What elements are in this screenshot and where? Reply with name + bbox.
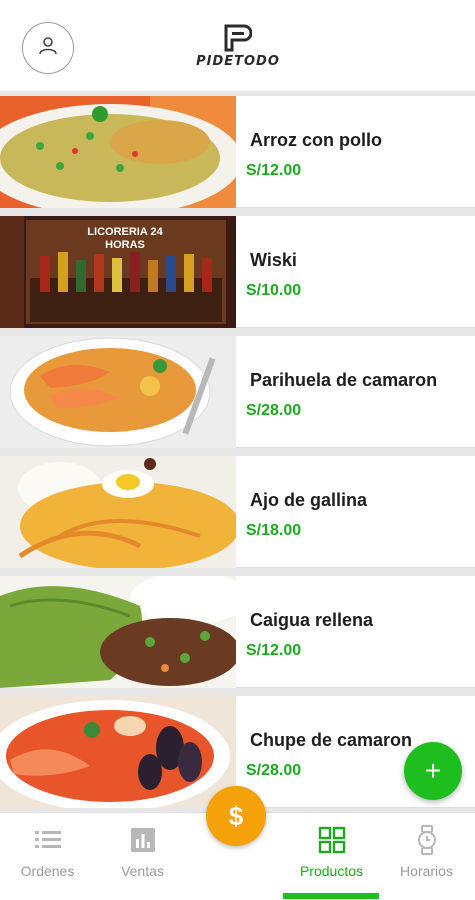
tab-ventas[interactable]: Ventas xyxy=(95,813,190,900)
product-image xyxy=(0,576,236,688)
product-image xyxy=(0,336,236,448)
product-price: S/12.00 xyxy=(246,642,302,659)
add-product-button[interactable]: + xyxy=(404,742,462,800)
tab-label: Ventas xyxy=(121,863,164,879)
app-header: PIDETODO xyxy=(0,0,475,92)
plus-icon: + xyxy=(424,755,442,786)
list-icon xyxy=(35,831,61,848)
product-name: Arroz con pollo xyxy=(250,130,382,150)
bar-chart-icon xyxy=(131,828,155,852)
tab-ordenes[interactable]: Ordenes xyxy=(0,813,95,900)
product-list: Arroz con pollo S/12.00 LICORERIA 24 HOR… xyxy=(0,92,475,812)
product-name: Wiski xyxy=(250,250,297,270)
tab-productos[interactable]: Productos xyxy=(284,813,379,900)
product-image xyxy=(0,696,236,808)
product-price: S/12.00 xyxy=(246,162,302,179)
product-row[interactable]: Arroz con pollo S/12.00 xyxy=(0,96,475,208)
product-image xyxy=(0,456,236,568)
product-name: Caigua rellena xyxy=(250,610,374,630)
profile-button[interactable] xyxy=(22,22,74,74)
grid-icon xyxy=(318,826,346,854)
tab-horarios[interactable]: Horarios xyxy=(379,813,474,900)
product-name: Parihuela de camaron xyxy=(250,370,438,390)
dollar-icon: $ xyxy=(228,800,244,831)
logo-text: PIDETODO xyxy=(196,54,280,69)
tab-label: Horarios xyxy=(400,863,453,879)
product-row[interactable]: LICORERIA 24 HORAS Wiski S/10.00 xyxy=(0,216,475,328)
tab-label: Productos xyxy=(299,863,364,879)
user-icon xyxy=(38,36,58,61)
product-image: LICORERIA 24 HORAS xyxy=(0,216,236,328)
product-price: S/18.00 xyxy=(246,522,302,539)
product-row[interactable]: Parihuela de camaron S/28.00 xyxy=(0,336,475,448)
product-row[interactable]: Caigua rellena S/12.00 xyxy=(0,576,475,688)
active-tab-indicator xyxy=(283,893,379,899)
product-image xyxy=(0,96,236,208)
tab-label: Ordenes xyxy=(20,863,75,879)
product-price: S/28.00 xyxy=(246,762,302,779)
product-price: S/10.00 xyxy=(246,282,302,299)
watch-icon xyxy=(418,825,436,855)
logo-mark-icon xyxy=(224,24,252,52)
product-name: Chupe de camaron xyxy=(250,730,413,750)
image-caption: LICORERIA 24 HORAS xyxy=(87,226,163,251)
product-price: S/28.00 xyxy=(246,402,302,419)
product-row[interactable]: Ajo de gallina S/18.00 xyxy=(0,456,475,568)
sales-button[interactable]: $ xyxy=(206,786,266,846)
product-name: Ajo de gallina xyxy=(250,490,368,510)
app-logo: PIDETODO xyxy=(190,24,286,74)
